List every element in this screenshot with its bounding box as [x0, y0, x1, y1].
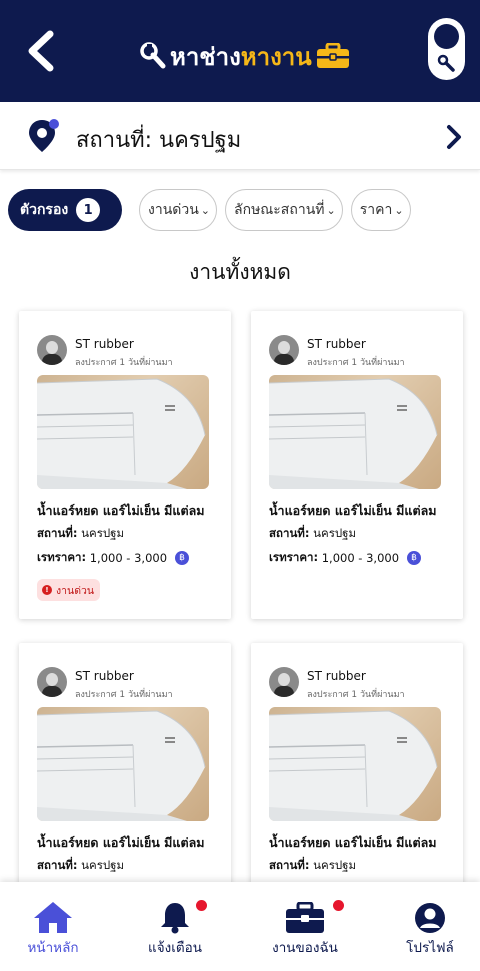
nav-item-notifications[interactable]: แจ้งเตือน [142, 882, 208, 971]
toggle-knob [434, 24, 459, 49]
user-icon [415, 903, 445, 933]
job-image [269, 707, 441, 821]
nav-label-home: หน้าหลัก [27, 940, 79, 956]
filter-bar: ตัวกรอง 1 งานด่วน ⌄ ลักษณะสถานที่ ⌄ ราคา… [8, 188, 411, 232]
job-title: น้ำแอร์หยด แอร์ไม่เย็น มีแต่ลม [269, 503, 437, 518]
back-button[interactable] [22, 28, 62, 74]
nav-item-my-jobs[interactable]: งานของฉัน [270, 882, 344, 971]
filter-count-badge: 1 [76, 198, 101, 222]
location-label: สถานที่: [269, 526, 310, 540]
poster-name: ST rubber [75, 337, 134, 351]
location-value: นครปฐม [313, 858, 357, 872]
location-selector[interactable]: สถานที่: นครปฐม [0, 102, 480, 170]
job-title: น้ำแอร์หยด แอร์ไม่เย็น มีแต่ลม [37, 503, 205, 518]
location-label: สถานที่: [37, 858, 78, 872]
filter-chip-urgent[interactable]: งานด่วน ⌄ [139, 189, 218, 231]
job-image [37, 375, 209, 489]
posted-time: ลงประกาศ 1 วันที่ผ่านมา [75, 358, 173, 368]
urgent-label: งานด่วน [56, 584, 95, 597]
poster-info: ST rubber ลงประกาศ 1 วันที่ผ่านมา [269, 335, 405, 368]
job-card[interactable]: ST rubber ลงประกาศ 1 วันที่ผ่านมา น้ำแอร… [19, 311, 231, 619]
filter-chip-price[interactable]: ราคา ⌄ [350, 189, 411, 231]
job-card[interactable]: ST rubber ลงประกาศ 1 วันที่ผ่านมา น้ำแอร… [251, 311, 463, 619]
toolbox-icon [316, 43, 349, 68]
home-icon [34, 902, 72, 933]
avatar [37, 335, 67, 365]
chevron-down-icon: ⌄ [326, 203, 336, 217]
job-image [269, 375, 441, 489]
back-arrow-icon [28, 30, 54, 72]
chip-label: ราคา [359, 202, 393, 218]
price-label: เรทราคา: [37, 550, 87, 564]
job-card[interactable]: ST rubber ลงประกาศ 1 วันที่ผ่านมา น้ำแอร… [251, 643, 463, 903]
bell-icon [161, 903, 189, 934]
posted-time: ลงประกาศ 1 วันที่ผ่านมา [307, 358, 405, 368]
job-card[interactable]: ST rubber ลงประกาศ 1 วันที่ผ่านมา น้ำแอร… [19, 643, 231, 903]
section-title: งานทั้งหมด [189, 260, 291, 284]
notification-dot [196, 900, 207, 911]
location-label: สถานที่: นครปฐม [76, 128, 242, 153]
poster-info: ST rubber ลงประกาศ 1 วันที่ผ่านมา [37, 667, 173, 700]
technician-mode-toggle[interactable] [428, 18, 465, 80]
job-location: สถานที่: นครปฐม [37, 525, 124, 543]
price-value: 1,000 - 3,000 [89, 551, 168, 565]
job-location: สถานที่: นครปฐม [269, 857, 356, 875]
bottom-navigation: หน้าหลัก แจ้งเตือน งานของฉัน โปรไฟล์ [0, 882, 480, 971]
alert-icon: ! [42, 585, 52, 595]
posted-time: ลงประกาศ 1 วันที่ผ่านมา [307, 690, 405, 700]
location-value: นครปฐม [81, 858, 125, 872]
briefcase-icon [286, 902, 324, 933]
filter-label: ตัวกรอง [20, 202, 69, 218]
baht-icon: ฿ [175, 551, 190, 565]
app-header: หาช่าง หางาน [0, 0, 480, 102]
poster-info: ST rubber ลงประกาศ 1 วันที่ผ่านมา [269, 667, 405, 700]
avatar [37, 667, 67, 697]
chevron-right-icon [447, 125, 461, 149]
urgent-badge: ! งานด่วน [37, 579, 101, 601]
nav-label-profile: โปรไฟล์ [406, 940, 454, 956]
poster-name: ST rubber [307, 669, 366, 683]
poster-info: ST rubber ลงประกาศ 1 วันที่ผ่านมา [37, 335, 173, 368]
chevron-down-icon: ⌄ [200, 203, 211, 217]
wrench-icon [140, 42, 166, 69]
job-price: เรทราคา: 1,000 - 3,000 ฿ [269, 549, 422, 567]
posted-time: ลงประกาศ 1 วันที่ผ่านมา [75, 690, 173, 700]
job-title: น้ำแอร์หยด แอร์ไม่เย็น มีแต่ลม [37, 835, 205, 850]
job-image [37, 707, 209, 821]
price-label: เรทราคา: [269, 550, 319, 564]
filter-button[interactable]: ตัวกรอง 1 [8, 189, 122, 231]
nav-item-home[interactable]: หน้าหลัก [22, 882, 84, 971]
chevron-down-icon: ⌄ [394, 203, 404, 217]
avatar [269, 335, 299, 365]
location-label: สถานที่: [269, 858, 310, 872]
wrench-icon [437, 54, 455, 72]
baht-icon: ฿ [407, 551, 422, 565]
job-price: เรทราคา: 1,000 - 3,000 ฿ [37, 549, 190, 567]
filter-chip-place-type[interactable]: ลักษณะสถานที่ ⌄ [225, 189, 343, 231]
job-location: สถานที่: นครปฐม [269, 525, 356, 543]
location-label: สถานที่: [37, 526, 78, 540]
notification-dot [333, 900, 344, 911]
nav-label-notifications: แจ้งเตือน [148, 940, 202, 956]
logo-text-find-job: หางาน [240, 42, 312, 71]
poster-name: ST rubber [75, 669, 134, 683]
location-value: นครปฐม [313, 526, 357, 540]
app-logo: หาช่าง หางาน [140, 36, 350, 76]
chip-label: งานด่วน [148, 202, 199, 218]
job-location: สถานที่: นครปฐม [37, 857, 124, 875]
price-value: 1,000 - 3,000 [321, 551, 400, 565]
nav-label-my-jobs: งานของฉัน [272, 940, 338, 956]
location-value: นครปฐม [81, 526, 125, 540]
poster-name: ST rubber [307, 337, 366, 351]
chip-label: ลักษณะสถานที่ [234, 202, 325, 218]
nav-item-profile[interactable]: โปรไฟล์ [402, 882, 458, 971]
avatar [269, 667, 299, 697]
map-pin-icon [29, 119, 59, 152]
logo-text-find-technician: หาช่าง [170, 42, 241, 71]
job-title: น้ำแอร์หยด แอร์ไม่เย็น มีแต่ลม [269, 835, 437, 850]
